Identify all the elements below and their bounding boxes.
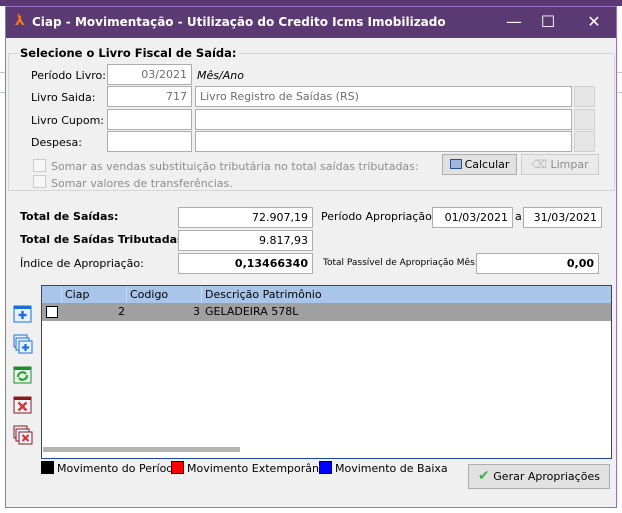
periodo-livro-input[interactable]: 03/2021 bbox=[107, 64, 192, 85]
livro-cupom-search-button[interactable] bbox=[574, 109, 595, 130]
limpar-button[interactable]: ⌫ Limpar bbox=[521, 154, 599, 175]
header-descricao[interactable]: Descrição Patrimônio bbox=[202, 286, 611, 303]
group-title: Selecione o Livro Fiscal de Saída: bbox=[18, 46, 239, 60]
livro-cupom-code-input[interactable] bbox=[107, 109, 192, 130]
legend-swatch bbox=[171, 461, 184, 474]
legend-label: Movimento do Período bbox=[57, 462, 181, 475]
title-bar: ٰ⅄ Ciap - Movimentação - Utilização do C… bbox=[6, 7, 616, 38]
livro-cupom-label: Livro Cupom: bbox=[31, 114, 104, 127]
header-codigo[interactable]: Codigo bbox=[127, 286, 202, 303]
delete-multiple-icon[interactable] bbox=[13, 425, 33, 445]
indice-field: 0,13466340 bbox=[178, 253, 313, 274]
legend-periodo: Movimento do Período bbox=[41, 461, 180, 476]
legend-swatch bbox=[41, 461, 54, 474]
dialog-window: ٰ⅄ Ciap - Movimentação - Utilização do C… bbox=[5, 6, 617, 508]
total-passivel-label: Total Passível de Apropriação Mês: bbox=[323, 258, 478, 268]
cell-ciap: 2 bbox=[118, 305, 125, 318]
check-icon: ✔ bbox=[478, 468, 490, 484]
periodo-apropriacao-label: Período Apropriação: bbox=[321, 210, 436, 223]
periodo-de-input[interactable]: 01/03/2021 bbox=[432, 207, 513, 228]
total-passivel-field: 0,00 bbox=[476, 253, 599, 274]
add-multiple-icon[interactable] bbox=[13, 334, 33, 354]
despesa-search-button[interactable] bbox=[574, 131, 595, 152]
minimize-button[interactable]: — bbox=[499, 12, 529, 32]
row-checkbox[interactable] bbox=[46, 306, 58, 318]
calculator-icon bbox=[449, 159, 462, 169]
periodo-sep: a bbox=[515, 210, 522, 223]
gerar-apropriacoes-button[interactable]: ✔ Gerar Apropriações bbox=[468, 464, 610, 489]
livro-saida-label: Livro Saida: bbox=[31, 91, 96, 104]
gerar-label: Gerar Apropriações bbox=[493, 470, 600, 483]
refresh-icon[interactable] bbox=[13, 365, 33, 385]
window-title: Ciap - Movimentação - Utilização do Cred… bbox=[32, 15, 446, 29]
close-button[interactable]: ✕ bbox=[579, 12, 609, 32]
periodo-ate-input[interactable]: 31/03/2021 bbox=[523, 207, 602, 228]
total-tributadas-field: 9.817,93 bbox=[178, 230, 313, 251]
header-ciap[interactable]: Ciap bbox=[62, 286, 127, 303]
cell-codigo: 3 bbox=[193, 305, 200, 318]
total-tributadas-label: Total de Saídas Tributadas: bbox=[20, 233, 188, 246]
legend-label: Movimento de Baixa bbox=[335, 462, 448, 475]
periodo-livro-label: Período Livro: bbox=[31, 69, 106, 82]
horizontal-scrollbar[interactable] bbox=[43, 447, 240, 452]
indice-label: Índice de Apropriação: bbox=[20, 257, 144, 270]
legend-extemporaneo: Movimento Extemporâneo bbox=[171, 461, 332, 476]
livro-saida-code-input[interactable]: 717 bbox=[107, 86, 192, 107]
despesa-label: Despesa: bbox=[31, 136, 82, 149]
livro-cupom-desc-input[interactable] bbox=[195, 109, 572, 130]
despesa-code-input[interactable] bbox=[107, 131, 192, 152]
somar-transferencias-label: Somar valores de transferências. bbox=[51, 177, 233, 190]
calcular-label: Calcular bbox=[464, 158, 510, 171]
legend-swatch bbox=[319, 461, 332, 474]
maximize-button[interactable]: ☐ bbox=[533, 12, 563, 32]
add-icon[interactable] bbox=[13, 304, 33, 324]
table-row[interactable]: 2 3 GELADEIRA 578L bbox=[42, 303, 611, 321]
legend-label: Movimento Extemporâneo bbox=[187, 462, 333, 475]
calcular-button[interactable]: Calcular bbox=[442, 154, 517, 175]
delete-icon[interactable] bbox=[13, 395, 33, 415]
app-icon: ٰ⅄ bbox=[15, 14, 25, 29]
limpar-label: Limpar bbox=[550, 158, 589, 171]
livro-saida-search-button[interactable] bbox=[574, 86, 595, 107]
livro-saida-desc-input[interactable]: Livro Registro de Saídas (RS) bbox=[195, 86, 572, 107]
somar-transferencias-checkbox[interactable] bbox=[33, 175, 46, 188]
somar-substituicao-checkbox[interactable] bbox=[33, 159, 46, 172]
eraser-icon: ⌫ bbox=[531, 158, 551, 171]
header-select bbox=[42, 286, 62, 303]
periodo-hint: Mês/Ano bbox=[197, 69, 244, 82]
cell-descricao: GELADEIRA 578L bbox=[205, 305, 299, 318]
despesa-desc-input[interactable] bbox=[195, 131, 572, 152]
total-saidas-field: 72.907,19 bbox=[178, 207, 313, 228]
total-saidas-label: Total de Saídas: bbox=[20, 210, 119, 223]
legend-baixa: Movimento de Baixa bbox=[319, 461, 448, 476]
patrimonio-grid: Ciap Codigo Descrição Patrimônio 2 3 GEL… bbox=[41, 285, 612, 459]
somar-substituicao-label: Somar as vendas substituição tributária … bbox=[51, 160, 419, 173]
